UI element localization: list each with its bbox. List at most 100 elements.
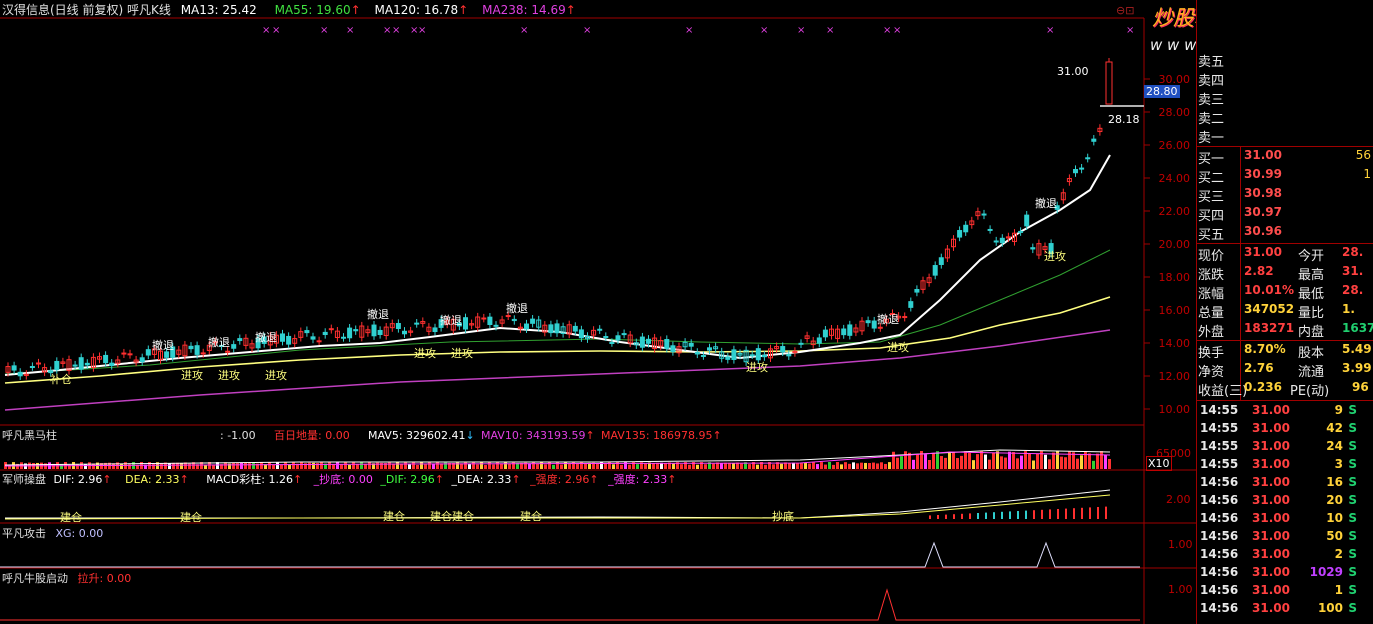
- sell-row[interactable]: 卖二: [1196, 108, 1373, 127]
- attack-annotation: 进攻: [887, 341, 909, 354]
- tick-side: S: [1348, 529, 1357, 543]
- tick-price: 31.00: [1252, 565, 1290, 579]
- price-tick: 10.00: [1158, 403, 1191, 416]
- tick-row: 14:56 31.00 100 S: [1196, 601, 1373, 619]
- tick-price: 31.00: [1252, 511, 1290, 525]
- volume-mav135: MAV135: 186978.95↑: [601, 429, 722, 442]
- retreat-annotation: 撤退: [152, 339, 174, 352]
- tick-time: 14:55: [1200, 403, 1239, 417]
- svg-text:×: ×: [392, 25, 400, 36]
- tick-vol: 3: [1334, 457, 1343, 471]
- retreat-annotation: 撤退: [877, 313, 899, 326]
- xg-axis-label: 1.00: [1168, 538, 1193, 551]
- volume-baiday: 百日地量: 0.00: [274, 429, 350, 442]
- svg-text:×: ×: [272, 25, 280, 36]
- build-warehouse-annotation: 建仓: [430, 510, 452, 523]
- tick-price: 31.00: [1252, 493, 1290, 507]
- tick-row: 14:56 31.00 1029 S: [1196, 565, 1373, 583]
- high-price-label: 31.00: [1057, 65, 1089, 78]
- sell-row[interactable]: 卖四: [1196, 70, 1373, 89]
- tick-vol: 16: [1326, 475, 1343, 489]
- tick-time: 14:56: [1200, 493, 1239, 507]
- tick-price: 31.00: [1252, 457, 1290, 471]
- tick-vol: 10: [1326, 511, 1343, 525]
- tick-vol: 100: [1317, 601, 1343, 615]
- quote-row: 收益(三) 0.236 PE(动) 96: [1198, 380, 1369, 399]
- build-warehouse-annotation: 建仓: [180, 511, 202, 524]
- start-value: 拉升: 0.00: [77, 572, 132, 585]
- tick-row: 14:56 31.00 2 S: [1196, 547, 1373, 565]
- volume-indicator-name: 呼凡黑马柱: [2, 429, 57, 442]
- tick-row: 14:55 31.00 24 S: [1196, 439, 1373, 457]
- price-tick: 20.00: [1158, 238, 1191, 251]
- attack-annotation: 进攻: [746, 361, 768, 374]
- tick-time: 14:55: [1200, 457, 1239, 471]
- buy-row[interactable]: 买三 30.98: [1196, 186, 1373, 205]
- tick-row: 14:55 31.00 3 S: [1196, 457, 1373, 475]
- tick-side: S: [1348, 403, 1357, 417]
- macd-bar-value: MACD彩柱: 1.26: [206, 473, 293, 486]
- tick-time: 14:56: [1200, 601, 1239, 615]
- buy-row[interactable]: 买五 30.96: [1196, 224, 1373, 243]
- tick-side: S: [1348, 475, 1357, 489]
- quote-row: 净资 2.76 流通 3.99: [1198, 361, 1372, 380]
- price-axis: 30.00 28.00 26.00 24.00 22.00 20.00 18.0…: [1144, 0, 1196, 425]
- svg-text:×: ×: [760, 25, 768, 36]
- svg-text:×: ×: [797, 25, 805, 36]
- sell-row[interactable]: 卖五: [1196, 51, 1373, 70]
- svg-text:×: ×: [383, 25, 391, 36]
- buy-row[interactable]: 买四 30.97: [1196, 205, 1373, 224]
- tick-side: S: [1348, 601, 1357, 615]
- macd-weakness: _强度: 2.33: [608, 473, 668, 486]
- price-tick: 18.00: [1158, 271, 1191, 284]
- tick-price: 31.00: [1252, 601, 1290, 615]
- price-tick: 24.00: [1158, 172, 1191, 185]
- tick-vol: 1: [1334, 583, 1343, 597]
- tick-vol: 20: [1326, 493, 1343, 507]
- tick-price: 31.00: [1252, 547, 1290, 561]
- start-signal-line: [0, 588, 1140, 621]
- tick-time: 14:55: [1200, 439, 1239, 453]
- price-tick: 26.00: [1158, 139, 1191, 152]
- tick-side: S: [1348, 565, 1357, 579]
- main-chart[interactable]: × × × × × × × × × × × × × × × × × ×: [0, 0, 1196, 624]
- price-tick: 12.00: [1158, 370, 1191, 383]
- volume-mav10: MAV10: 343193.59↑: [481, 429, 595, 442]
- macd-indicator-name: 军师操盘: [2, 473, 46, 486]
- svg-text:×: ×: [1046, 25, 1054, 36]
- attack-annotation: 进攻: [1044, 250, 1066, 263]
- retreat-annotation: 撤退: [255, 331, 277, 344]
- tick-time: 14:56: [1200, 565, 1239, 579]
- tick-price: 31.00: [1252, 403, 1290, 417]
- build-warehouse-annotation: 建仓: [383, 510, 405, 523]
- tick-vol: 1029: [1309, 565, 1343, 579]
- svg-text:×: ×: [418, 25, 426, 36]
- attack-annotation: 进攻: [414, 347, 436, 360]
- retreat-annotation: 撤退: [367, 308, 389, 321]
- volume-panel-header: 呼凡黑马柱: [2, 429, 57, 442]
- quote-row: 外盘 183271 内盘 1637: [1198, 321, 1373, 340]
- svg-text:×: ×: [262, 25, 270, 36]
- macd-strength: _强度: 2.96: [530, 473, 590, 486]
- quote-row: 总量 347052 量比 1.: [1198, 302, 1355, 321]
- sell-row[interactable]: 卖三: [1196, 89, 1373, 108]
- retreat-annotation: 撤退: [506, 302, 528, 315]
- buy-row[interactable]: 买二 30.99 1: [1196, 167, 1373, 186]
- tick-vol: 2: [1334, 547, 1343, 561]
- tick-side: S: [1348, 457, 1357, 471]
- attack-annotation: 进攻: [218, 369, 240, 382]
- xg-indicator-name: 平凡攻击: [2, 527, 46, 540]
- retreat-annotation: 撤退: [1035, 197, 1057, 210]
- tick-price: 31.00: [1252, 421, 1290, 435]
- macd-dif: DIF: 2.96: [53, 473, 103, 486]
- sell-row[interactable]: 卖一: [1196, 127, 1373, 146]
- buy-row[interactable]: 买一 31.00 56: [1196, 148, 1373, 167]
- tick-row: 14:56 31.00 16 S: [1196, 475, 1373, 493]
- volume-unit-label: X10: [1146, 456, 1172, 471]
- quote-row: 涨跌 2.82 最高 31.: [1198, 264, 1364, 283]
- price-tick: 14.00: [1158, 337, 1191, 350]
- build-warehouse-annotation: 建仓: [60, 511, 82, 524]
- bottom-annotation: 抄底: [772, 510, 794, 523]
- prev-price-line: [1100, 105, 1144, 107]
- tick-side: S: [1348, 583, 1357, 597]
